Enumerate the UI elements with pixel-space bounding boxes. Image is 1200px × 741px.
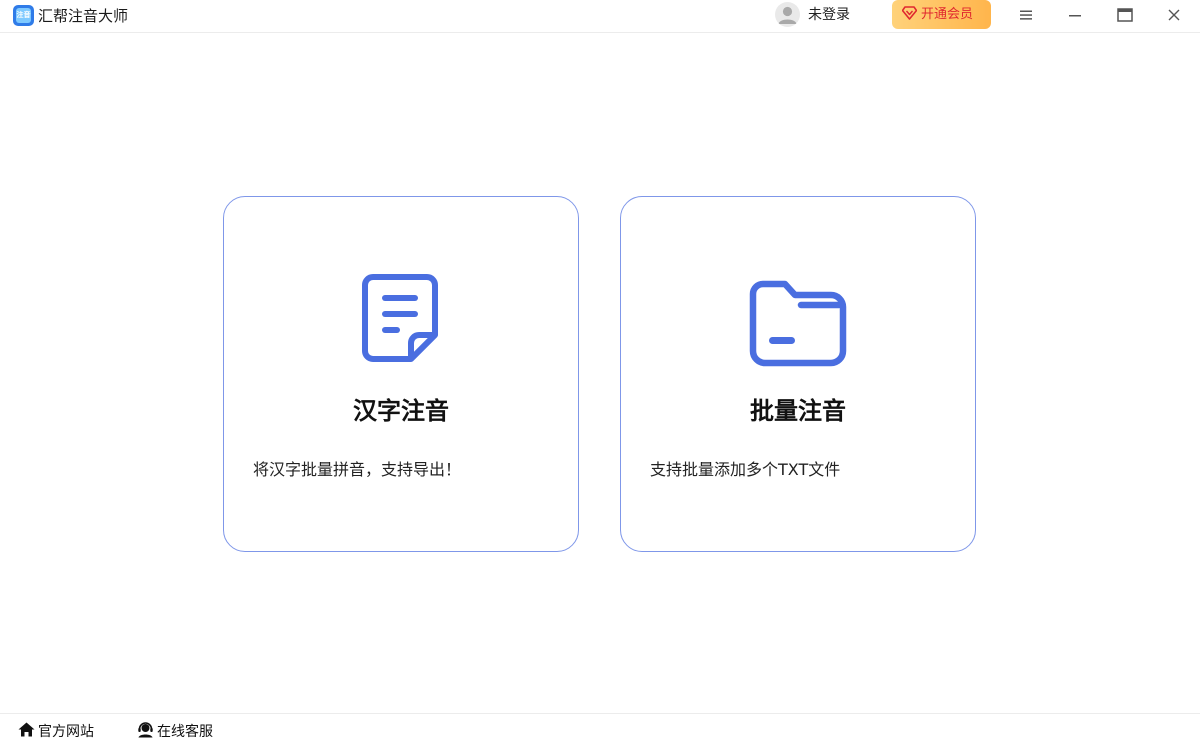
maximize-icon[interactable] <box>1111 4 1139 26</box>
menu-icon[interactable] <box>1012 4 1040 26</box>
card-batch-zhuyin[interactable]: 批量注音 支持批量添加多个TXT文件 <box>620 196 976 552</box>
card-hanzi-zhuyin[interactable]: 汉字注音 将汉字批量拼音，支持导出！ <box>223 196 579 552</box>
login-button[interactable]: 未登录 <box>808 6 850 24</box>
app-logo-icon: 注音 <box>13 5 34 26</box>
card-description: 支持批量添加多个TXT文件 <box>650 460 841 479</box>
folder-icon <box>749 279 847 373</box>
vip-button-label: 开通会员 <box>921 6 974 22</box>
online-support-link[interactable]: 在线客服 <box>137 722 213 741</box>
headset-icon <box>137 722 154 741</box>
official-website-link[interactable]: 官方网站 <box>18 722 94 741</box>
diamond-icon <box>901 5 918 24</box>
app-logo-text: 注音 <box>16 8 31 23</box>
minimize-icon[interactable] <box>1061 4 1089 26</box>
close-icon[interactable] <box>1160 4 1188 26</box>
card-description: 将汉字批量拼音，支持导出！ <box>253 460 462 479</box>
footer-bar: 官方网站 在线客服 <box>0 713 1200 741</box>
user-avatar-icon[interactable] <box>775 2 800 27</box>
document-icon <box>361 273 441 369</box>
card-title: 汉字注音 <box>353 397 449 425</box>
online-support-label: 在线客服 <box>157 724 213 740</box>
title-bar: 注音 汇帮注音大师 未登录 开通会员 <box>0 0 1200 33</box>
vip-button[interactable]: 开通会员 <box>892 0 991 29</box>
card-title: 批量注音 <box>750 397 846 425</box>
home-icon <box>18 722 35 741</box>
official-website-label: 官方网站 <box>38 723 94 740</box>
app-title: 汇帮注音大师 <box>38 7 129 25</box>
